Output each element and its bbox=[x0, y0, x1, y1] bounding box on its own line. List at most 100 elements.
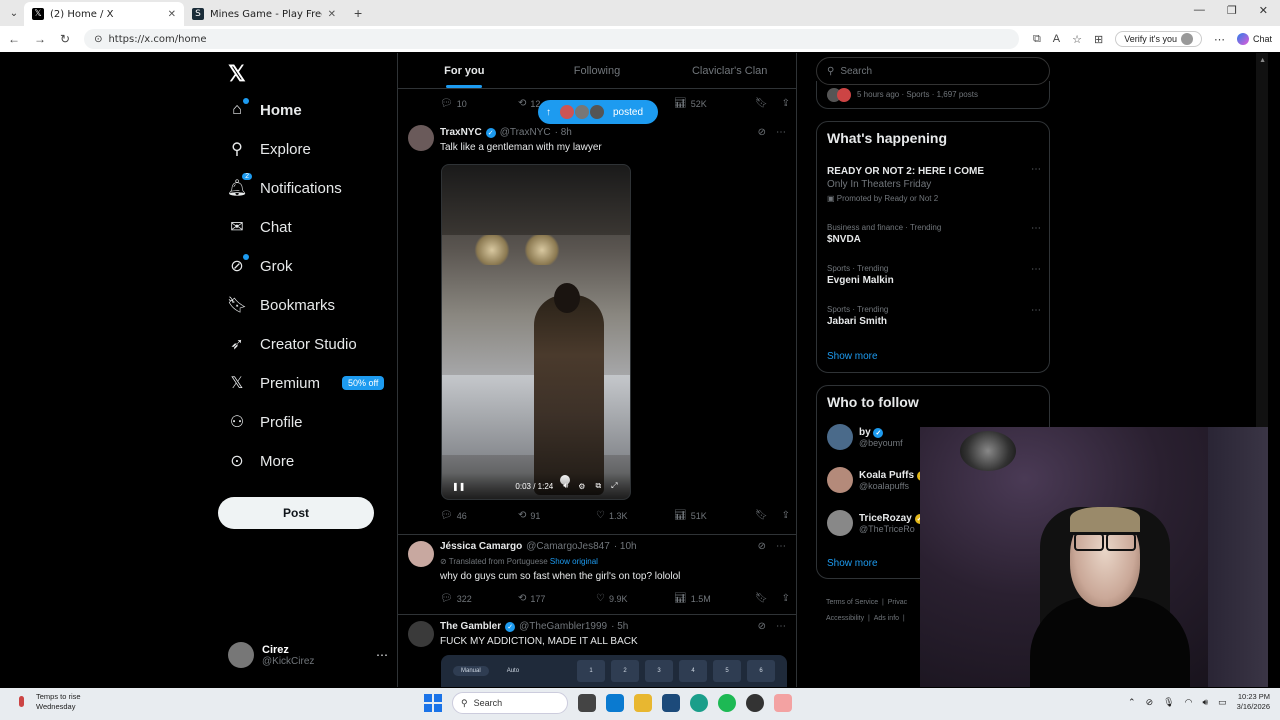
nav-notifications[interactable]: 🔔︎ 2 Notifications bbox=[227, 173, 342, 197]
repost-button[interactable]: ⟲ 91 bbox=[518, 510, 596, 521]
footer-link[interactable]: Privac bbox=[888, 599, 907, 606]
close-tab-icon[interactable]: ✕ bbox=[328, 9, 336, 20]
bookmark-icon[interactable]: 🔖︎ bbox=[755, 510, 768, 521]
tab-for-you[interactable]: For you bbox=[398, 53, 531, 88]
pause-icon[interactable]: ❚❚ bbox=[452, 482, 465, 491]
footer-link[interactable]: Accessibility bbox=[826, 615, 864, 622]
repost-button[interactable]: ⟲ 177 bbox=[518, 593, 596, 604]
wifi-icon[interactable]: ◠ bbox=[1185, 697, 1193, 708]
verify-identity-button[interactable]: Verify it's you bbox=[1115, 31, 1202, 47]
nav-bookmarks[interactable]: 🔖︎ Bookmarks bbox=[227, 296, 335, 315]
author-name[interactable]: Jéssica Camargo bbox=[440, 541, 522, 552]
share-icon[interactable]: ⇪ bbox=[782, 593, 790, 604]
task-view-icon[interactable] bbox=[578, 694, 596, 712]
views-button[interactable]: 📊︎ 1.5M bbox=[674, 593, 752, 604]
more-dots-icon[interactable]: ⋯ bbox=[776, 127, 786, 138]
follow-suggestion[interactable]: Koala Puffs ✓ @koalapuffs bbox=[827, 467, 927, 493]
post-time[interactable]: · 10h bbox=[614, 541, 637, 552]
video-player[interactable]: ❚❚ 0:03 / 1:24 🔊︎ ⚙ ⧉ ⤢ bbox=[441, 164, 631, 500]
spotify-icon[interactable] bbox=[718, 694, 736, 712]
author-handle[interactable]: @CamargoJes847 bbox=[526, 541, 610, 552]
taskbar-search[interactable]: ⚲ Search bbox=[452, 692, 568, 714]
trend-item[interactable]: READY OR NOT 2: HERE I COME Only In Thea… bbox=[827, 164, 1041, 203]
browser-tab-mines[interactable]: S Mines Game - Play Free Social Cas ✕ bbox=[184, 2, 344, 26]
windows-start-icon[interactable] bbox=[424, 694, 442, 712]
grok-icon[interactable]: ⊘ bbox=[758, 541, 766, 552]
more-dots-icon[interactable]: ⋯ bbox=[776, 541, 786, 552]
settings-gear-icon[interactable]: ⚙ bbox=[578, 482, 585, 491]
battery-icon[interactable]: ▭ bbox=[1218, 697, 1227, 708]
app-icon[interactable] bbox=[774, 694, 792, 712]
show-more-link[interactable]: Show more bbox=[827, 558, 878, 569]
show-original-link[interactable]: Show original bbox=[550, 557, 598, 566]
new-posts-pill[interactable]: ↑ posted bbox=[538, 100, 658, 124]
picture-in-picture-icon[interactable]: ⧉ bbox=[595, 481, 601, 491]
tab-list-chevron-icon[interactable]: ⌄ bbox=[4, 3, 24, 23]
reload-icon[interactable]: ↻ bbox=[60, 32, 70, 46]
url-field[interactable]: ⊙ https://x.com/home bbox=[84, 29, 1019, 49]
footer-link[interactable]: Ads info bbox=[874, 615, 899, 622]
restore-icon[interactable]: ❐ bbox=[1227, 4, 1237, 17]
nav-premium[interactable]: 𝕏 Premium 50% off bbox=[228, 374, 385, 392]
post-image-game[interactable]: Manual Auto 1 2 3 4 5 6 bbox=[441, 655, 787, 687]
copilot-button[interactable]: Chat bbox=[1236, 33, 1272, 45]
tab-clan[interactable]: Claviclar's Clan bbox=[663, 53, 796, 88]
trend-item[interactable]: Sports · Trending Evgeni Malkin ⋯ bbox=[827, 264, 1041, 286]
author-handle[interactable]: @TraxNYC bbox=[500, 127, 551, 138]
store-icon[interactable] bbox=[662, 694, 680, 712]
post-gambler[interactable]: The Gambler ✓ @TheGambler1999 · 5h ⊘ ⋯ F… bbox=[398, 615, 796, 687]
browser-tab-x-home[interactable]: 𝕏 (2) Home / X ✕ bbox=[24, 2, 184, 26]
post-jessica[interactable]: Jéssica Camargo @CamargoJes847 · 10h ⊘ ⋯… bbox=[398, 535, 796, 615]
edge-icon[interactable] bbox=[690, 694, 708, 712]
avatar[interactable] bbox=[408, 125, 434, 151]
nav-creator-studio[interactable]: ➶ Creator Studio bbox=[228, 335, 356, 354]
more-dots-icon[interactable]: ⋯ bbox=[376, 648, 388, 662]
like-button[interactable]: ♡ 1.3K bbox=[596, 510, 674, 521]
author-name[interactable]: The Gambler bbox=[440, 621, 501, 632]
close-tab-icon[interactable]: ✕ bbox=[168, 9, 176, 20]
close-window-icon[interactable]: ✕ bbox=[1259, 4, 1268, 17]
site-info-icon[interactable]: ⊙ bbox=[94, 34, 102, 45]
weather-widget[interactable]: Temps to rise Wednesday bbox=[14, 692, 81, 712]
like-button[interactable]: ♡ 9.9K bbox=[596, 593, 674, 604]
trend-item[interactable]: Business and finance · Trending $NVDA ⋯ bbox=[827, 223, 1041, 245]
settings-more-icon[interactable]: ⋯ bbox=[1214, 33, 1225, 46]
new-tab-button[interactable]: + bbox=[354, 5, 362, 21]
post-button[interactable]: Post bbox=[218, 497, 374, 529]
read-aloud-icon[interactable]: A bbox=[1053, 33, 1060, 45]
reply-button[interactable]: 💬︎ 322 bbox=[440, 593, 518, 604]
views-button[interactable]: 📊︎ 52K bbox=[674, 98, 752, 109]
avatar[interactable] bbox=[408, 621, 434, 647]
nav-home[interactable]: ⌂ Home bbox=[228, 98, 302, 119]
x-logo-icon[interactable]: 𝕏 bbox=[228, 61, 246, 87]
post-time[interactable]: · 8h bbox=[555, 127, 572, 138]
share-icon[interactable]: ⇪ bbox=[782, 510, 790, 521]
nav-explore[interactable]: ⚲ Explore bbox=[228, 140, 311, 159]
bookmark-icon[interactable]: 🔖︎ bbox=[755, 98, 768, 109]
grok-icon[interactable]: ⊘ bbox=[758, 621, 766, 632]
outlook-icon[interactable] bbox=[606, 694, 624, 712]
follow-suggestion[interactable]: TriceRozay ✓ @TheTriceRo bbox=[827, 510, 925, 536]
post-traxnyc[interactable]: TraxNYC ✓ @TraxNYC · 8h ⊘ ⋯ Talk like a … bbox=[398, 115, 796, 535]
trend-item[interactable]: Sports · Trending Jabari Smith ⋯ bbox=[827, 305, 1041, 327]
fullscreen-icon[interactable]: ⤢ bbox=[611, 481, 617, 491]
reply-button[interactable]: 💬︎ 10 bbox=[440, 98, 518, 109]
account-switcher[interactable]: Cirez @KickCirez ⋯ bbox=[228, 639, 388, 671]
volume-icon[interactable]: 🔊︎ bbox=[563, 481, 568, 491]
more-dots-icon[interactable]: ⋯ bbox=[1031, 305, 1041, 316]
share-icon[interactable]: ⇪ bbox=[782, 98, 790, 109]
nav-grok[interactable]: ⊘ Grok bbox=[228, 254, 293, 275]
back-arrow-icon[interactable]: ← bbox=[8, 32, 20, 46]
forward-arrow-icon[interactable]: → bbox=[34, 32, 46, 46]
search-input[interactable]: ⚲ Search bbox=[816, 57, 1050, 85]
app-install-icon[interactable]: ⧉ bbox=[1033, 33, 1041, 46]
file-explorer-icon[interactable] bbox=[634, 694, 652, 712]
clock[interactable]: 10:23 PM 3/16/2026 bbox=[1237, 692, 1270, 712]
show-more-link[interactable]: Show more bbox=[827, 351, 878, 362]
obs-icon[interactable] bbox=[746, 694, 764, 712]
more-dots-icon[interactable]: ⋯ bbox=[1031, 164, 1041, 175]
avatar[interactable] bbox=[408, 541, 434, 567]
follow-suggestion[interactable]: by ✓ @beyoumf bbox=[827, 424, 903, 450]
post-time[interactable]: · 5h bbox=[611, 621, 628, 632]
more-dots-icon[interactable]: ⋯ bbox=[1031, 223, 1041, 234]
